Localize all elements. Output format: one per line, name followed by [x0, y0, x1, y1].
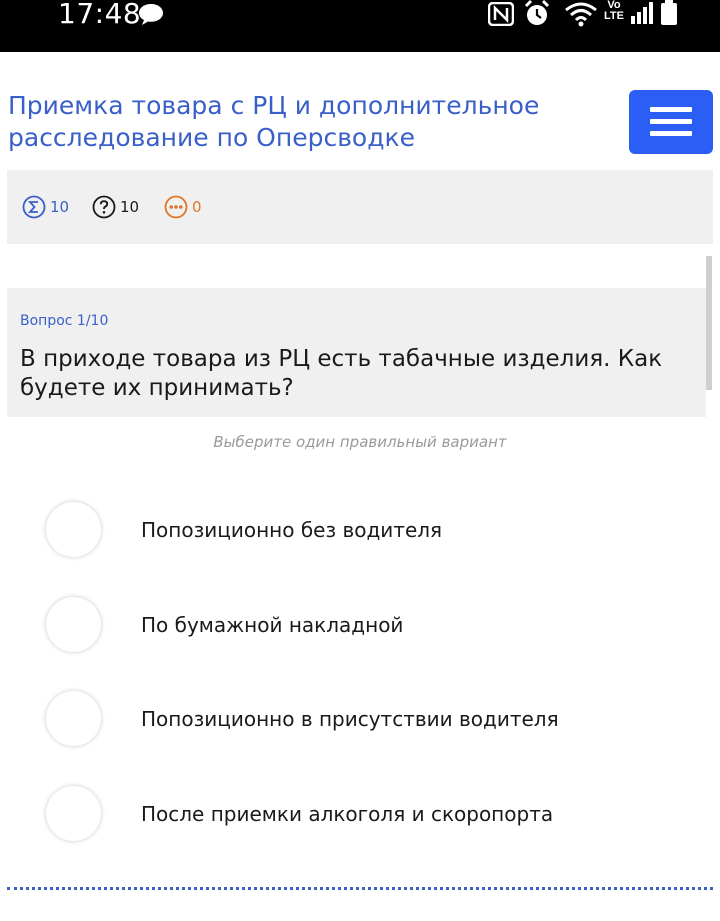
radio-button[interactable]: [46, 597, 101, 652]
answer-option[interactable]: Попозиционно без водителя: [0, 494, 720, 564]
signal-icon: [631, 2, 653, 24]
hamburger-icon-bar-middle: [650, 119, 692, 124]
stat-pending-value: 0: [192, 198, 202, 216]
question-mark-icon: [92, 195, 116, 219]
battery-icon: [661, 0, 677, 25]
question-text: В приходе товара из РЦ есть табачные изд…: [20, 346, 663, 401]
scrollbar-thumb[interactable]: [706, 256, 712, 390]
page-title: Приемка товара с РЦ и дополнительное рас…: [8, 91, 540, 152]
chat-bubble-icon: [139, 4, 163, 25]
hamburger-icon-bar-bottom: [650, 131, 692, 136]
question-number: Вопрос 1/10: [20, 313, 109, 329]
status-bar: 17:48 Vo LTE: [0, 0, 720, 52]
volte-indicator: Vo LTE: [604, 0, 624, 22]
alarm-icon: [524, 0, 550, 25]
stats-panel: 10 10 0: [7, 170, 713, 244]
stat-total: 10: [22, 194, 69, 220]
sigma-icon: [22, 195, 46, 219]
answer-option[interactable]: После приемки алкоголя и скоропорта: [0, 778, 720, 848]
radio-button[interactable]: [46, 691, 101, 746]
answer-option-label: Попозиционно в присутствии водителя: [141, 707, 559, 731]
answer-option-label: Попозиционно без водителя: [141, 518, 443, 542]
question-card: Вопрос 1/10 В приходе товара из РЦ есть …: [7, 288, 706, 417]
wifi-icon: [565, 2, 597, 27]
more-dots-icon: [164, 195, 188, 219]
dotted-divider: [7, 887, 713, 890]
stat-pending: 0: [164, 194, 202, 220]
answer-option-label: После приемки алкоголя и скоропорта: [141, 802, 554, 826]
lte-label: LTE: [604, 10, 624, 22]
hamburger-icon-bar-top: [650, 107, 692, 112]
status-time: 17:48: [58, 0, 142, 30]
stat-questions: 10: [92, 194, 139, 220]
answer-option-label: По бумажной накладной: [141, 613, 404, 637]
menu-button[interactable]: [629, 90, 713, 154]
radio-button[interactable]: [46, 786, 101, 841]
answer-instruction: Выберите один правильный вариант: [213, 433, 507, 451]
stat-questions-value: 10: [120, 198, 140, 216]
answer-option[interactable]: Попозиционно в присутствии водителя: [0, 683, 720, 753]
radio-button[interactable]: [46, 502, 101, 557]
nfc-icon: [488, 2, 514, 26]
answer-option[interactable]: По бумажной накладной: [0, 589, 720, 659]
stat-total-value: 10: [50, 198, 70, 216]
